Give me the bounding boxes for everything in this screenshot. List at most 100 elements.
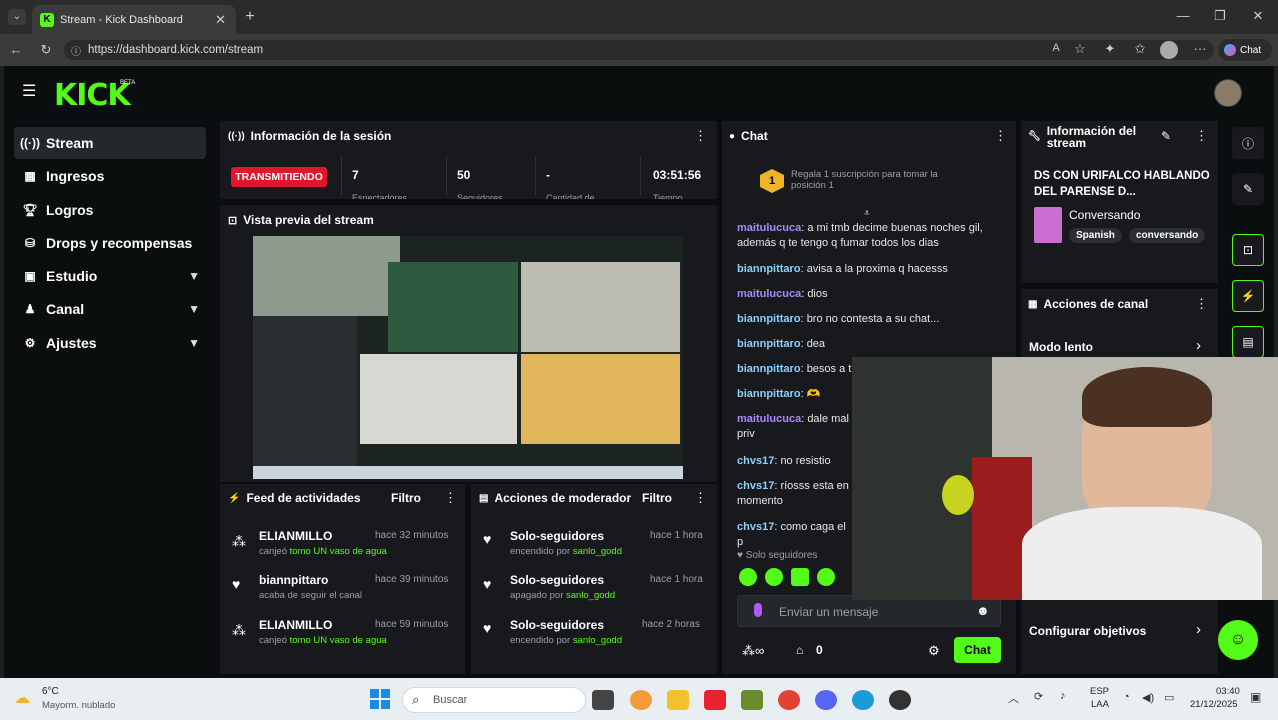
gift-sub-banner[interactable]: Regala 1 suscripción para tomar la posic… xyxy=(791,169,971,191)
url-field[interactable]: https://dashboard.kick.com/stream xyxy=(64,40,1214,60)
emote-icon[interactable] xyxy=(739,568,757,586)
weather-icon[interactable]: ☁ xyxy=(14,688,30,708)
category-name[interactable]: Conversando xyxy=(1069,208,1140,222)
sidebar-item-estudio[interactable]: ▣ Estudio ▼ xyxy=(14,260,206,292)
emote-icon[interactable] xyxy=(817,568,835,586)
chat-username[interactable]: maitulucuca xyxy=(737,413,801,425)
webcam-overlay-video[interactable] xyxy=(852,357,1278,600)
wifi-icon[interactable]: ◔ xyxy=(1123,691,1130,703)
user-avatar[interactable] xyxy=(1214,79,1242,107)
maximize-icon[interactable]: ❐ xyxy=(1213,8,1227,24)
activity-toggle-icon[interactable]: ⚡ xyxy=(1232,280,1264,312)
new-tab-icon[interactable]: + xyxy=(242,8,258,26)
pinned-collapse-icon[interactable]: ⩡ xyxy=(864,208,870,219)
weather-temp[interactable]: 6°C xyxy=(42,686,59,697)
stream-preview-video[interactable] xyxy=(253,236,683,479)
preview-toggle-icon[interactable]: ⊡ xyxy=(1232,234,1264,266)
chat-username[interactable]: biannpittaro xyxy=(737,313,801,325)
mic-icon[interactable] xyxy=(754,603,762,617)
stream-tag[interactable]: Spanish xyxy=(1069,228,1122,243)
feed-filter-button[interactable]: Filtro xyxy=(391,491,421,505)
chat-username[interactable]: chvs17 xyxy=(737,480,774,492)
kick-logo[interactable]: KICK xyxy=(54,78,131,113)
tab-actions-icon[interactable]: ⌄ xyxy=(8,9,26,25)
category-thumbnail[interactable] xyxy=(1034,207,1062,243)
info-icon[interactable]: ⓘ xyxy=(1232,127,1264,159)
kebab-menu-icon[interactable]: ⋮ xyxy=(1195,296,1208,312)
profile-icon[interactable] xyxy=(1160,41,1178,59)
discord-icon[interactable] xyxy=(815,690,837,710)
task-view-icon[interactable] xyxy=(592,690,614,710)
clock-date[interactable]: 21/12/2025 xyxy=(1190,699,1238,710)
mod-filter-button[interactable]: Filtro xyxy=(642,491,672,505)
chrome-icon[interactable] xyxy=(778,690,800,710)
kebab-menu-icon[interactable]: ⋮ xyxy=(694,128,707,144)
mic-tray-icon[interactable]: ♪ xyxy=(1060,690,1066,702)
sidebar-item-ingresos[interactable]: ▦ Ingresos xyxy=(14,160,206,192)
help-chat-fab[interactable]: ☺ xyxy=(1218,620,1258,660)
chat-username[interactable]: chvs17 xyxy=(737,521,774,533)
copilot-app-icon[interactable] xyxy=(630,690,652,710)
store-app-icon[interactable] xyxy=(704,690,726,710)
stream-tag[interactable]: conversando xyxy=(1129,228,1206,243)
chat-username[interactable]: biannpittaro xyxy=(737,263,801,275)
chat-username[interactable]: maitulucuca xyxy=(737,288,801,300)
copilot-button[interactable]: Chat xyxy=(1218,39,1272,61)
file-explorer-icon[interactable] xyxy=(667,690,689,710)
sidebar-item-drops[interactable]: ⛁ Drops y recompensas xyxy=(14,227,206,259)
emoji-picker-icon[interactable]: ☻ xyxy=(976,603,990,618)
chat-username[interactable]: biannpittaro xyxy=(737,363,801,375)
edit-pencil-icon[interactable]: ✎ xyxy=(1161,129,1171,143)
emote-icon[interactable] xyxy=(765,568,783,586)
kebab-menu-icon[interactable]: ⋮ xyxy=(994,128,1007,144)
chat-username[interactable]: chvs17 xyxy=(737,455,774,467)
sidebar-item-stream[interactable]: ((·)) Stream xyxy=(14,127,206,159)
site-info-icon[interactable]: ⓘ xyxy=(70,43,82,58)
send-chat-button[interactable]: Chat xyxy=(954,637,1001,663)
notifications-icon[interactable]: ▣ xyxy=(1250,690,1261,704)
hamburger-menu-icon[interactable]: ☰ xyxy=(22,84,38,100)
edge-icon[interactable] xyxy=(852,690,874,710)
taskbar-search-field[interactable]: ⌕ Buscar xyxy=(402,687,586,713)
points-icon[interactable]: ⁂∞ xyxy=(742,643,764,659)
favorite-star-icon[interactable]: ☆ xyxy=(1072,41,1088,57)
set-goals-item[interactable]: Configurar objetivos xyxy=(1029,624,1146,638)
chat-username[interactable]: biannpittaro xyxy=(737,338,801,350)
window-close-icon[interactable]: ✕ xyxy=(1251,8,1265,24)
sidebar-item-logros[interactable]: 🏆︎ Logros xyxy=(14,194,206,226)
kebab-menu-icon[interactable]: ⋮ xyxy=(1195,128,1208,144)
kebab-menu-icon[interactable]: ⋮ xyxy=(694,490,707,506)
tray-expand-icon[interactable]: ︿ xyxy=(1008,690,1019,706)
chevron-right-icon[interactable]: › xyxy=(1196,337,1201,354)
read-aloud-icon[interactable]: A xyxy=(1048,42,1064,54)
back-icon[interactable]: ← xyxy=(8,42,24,57)
chat-username[interactable]: biannpittaro xyxy=(737,388,801,400)
battery-icon[interactable]: ▭ xyxy=(1164,691,1174,704)
close-tab-icon[interactable]: ✕ xyxy=(215,12,226,28)
reload-icon[interactable]: ↻ xyxy=(38,42,54,58)
volume-icon[interactable]: ◀) xyxy=(1142,691,1154,704)
chevron-right-icon[interactable]: › xyxy=(1196,621,1201,638)
more-menu-icon[interactable]: ··· xyxy=(1192,41,1208,56)
clock-time[interactable]: 03:40 xyxy=(1216,686,1240,697)
favorites-icon[interactable]: ✩ xyxy=(1132,41,1148,57)
extensions-icon[interactable]: ✦ xyxy=(1102,41,1118,57)
sidebar-item-ajustes[interactable]: ⚙ Ajustes ▼ xyxy=(14,327,206,359)
edit-stream-icon[interactable]: ✎ xyxy=(1232,173,1264,205)
store-icon[interactable]: ⌂ xyxy=(796,643,803,657)
minecraft-icon[interactable] xyxy=(741,690,763,710)
minimize-icon[interactable]: — xyxy=(1176,8,1190,23)
language-sub[interactable]: LAA xyxy=(1091,699,1109,710)
chat-settings-gear-icon[interactable]: ⚙ xyxy=(928,643,940,659)
kebab-menu-icon[interactable]: ⋮ xyxy=(444,490,457,506)
mod-toggle-icon[interactable]: ▤ xyxy=(1232,326,1264,358)
obs-icon[interactable] xyxy=(889,690,911,710)
tray-app-icon[interactable]: ⟳ xyxy=(1034,690,1043,703)
language-indicator[interactable]: ESP xyxy=(1090,686,1109,697)
weather-desc[interactable]: Mayorm. nublado xyxy=(42,700,115,711)
emote-icon[interactable] xyxy=(791,568,809,586)
browser-tab[interactable]: K Stream - Kick Dashboard ✕ xyxy=(32,5,236,34)
slow-mode-item[interactable]: Modo lento xyxy=(1029,340,1093,354)
chat-username[interactable]: maitulucuca xyxy=(737,222,801,234)
sidebar-item-canal[interactable]: ♟ Canal ▼ xyxy=(14,293,206,325)
